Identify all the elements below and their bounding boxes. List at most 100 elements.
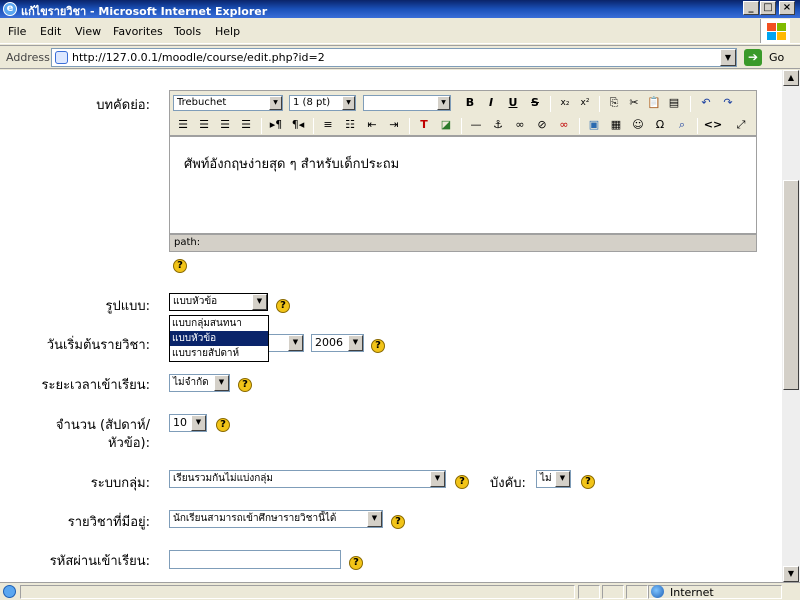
scroll-down-icon[interactable]: ▼ <box>783 566 799 582</box>
link-icon[interactable]: ∞ <box>510 116 530 134</box>
ordered-list-icon[interactable]: ≡ <box>318 116 338 134</box>
format-label: รูปแบบ: <box>105 299 151 314</box>
insert-table-icon[interactable]: ▦ <box>606 116 626 134</box>
globe-icon <box>651 585 664 598</box>
startdate-year-select[interactable]: 2006 ▼ <box>311 334 364 352</box>
address-input[interactable]: http://127.0.0.1/moodle/course/edit.php?… <box>51 48 737 67</box>
menu-bar: File Edit View Favorites Tools Help <box>0 18 800 44</box>
redo-icon[interactable]: ↷ <box>718 94 738 112</box>
outdent-icon[interactable]: ⇤ <box>362 116 382 134</box>
help-icon[interactable]: ? <box>391 515 405 529</box>
toolbar-separator <box>697 118 698 134</box>
align-right-icon[interactable]: ☰ <box>215 116 235 134</box>
zone-panel <box>648 585 782 599</box>
scroll-up-icon[interactable]: ▲ <box>783 70 799 86</box>
format-option-weeks[interactable]: แบบรายสัปดาห์ <box>170 346 268 361</box>
page-content: บทคัดย่อ: Trebuchet ▼ 1 (8 pt) ▼ ▼ B I U… <box>0 70 782 582</box>
format-select[interactable]: แบบหัวข้อ ▼ <box>169 293 268 311</box>
address-url: http://127.0.0.1/moodle/course/edit.php?… <box>72 51 325 64</box>
editor-toolbar: Trebuchet ▼ 1 (8 pt) ▼ ▼ B I U S x₂ x² ⎘… <box>169 90 757 136</box>
maximize-button[interactable]: □ <box>760 1 776 15</box>
superscript-icon[interactable]: x² <box>575 94 595 112</box>
toolbar-separator <box>579 118 580 134</box>
search-replace-icon[interactable]: ⌕ <box>672 116 692 134</box>
status-panel <box>578 585 600 599</box>
background-color-icon[interactable]: ◪ <box>436 116 456 134</box>
smiley-icon[interactable]: ☺ <box>628 116 648 134</box>
nolink-icon[interactable]: ∞ <box>554 116 574 134</box>
groupmodeforce-select[interactable]: ไม่ ▼ <box>536 470 571 488</box>
help-icon[interactable]: ? <box>581 475 595 489</box>
vertical-scrollbar[interactable]: ▲ ▼ <box>782 70 800 582</box>
startdate-year-value: 2006 <box>315 336 343 349</box>
menu-help[interactable]: Help <box>215 25 240 38</box>
paragraph-style-select[interactable]: ▼ <box>363 95 451 111</box>
anchor-icon[interactable]: ⚓ <box>488 116 508 134</box>
menu-view[interactable]: View <box>75 25 101 38</box>
cut-icon[interactable]: ✂ <box>624 94 644 112</box>
horizontal-rule-icon[interactable]: — <box>466 116 486 134</box>
insert-image-icon[interactable]: ▣ <box>584 116 604 134</box>
minimize-button[interactable]: _ <box>743 1 759 15</box>
toolbar-separator <box>690 96 691 112</box>
chevron-down-icon: ▼ <box>288 335 303 351</box>
groupmodeforce-label: บังคับ: <box>490 476 526 491</box>
paste-word-icon[interactable]: ▤ <box>664 94 684 112</box>
close-button[interactable]: × <box>779 1 795 15</box>
subscript-icon[interactable]: x₂ <box>555 94 575 112</box>
chevron-down-icon: ▼ <box>437 96 450 110</box>
menu-favorites[interactable]: Favorites <box>113 25 163 38</box>
groupmode-select[interactable]: เรียนรวมกันไม่แบ่งกลุ่ม ▼ <box>169 470 446 488</box>
summary-editor[interactable]: ศัพท์อังกฤษง่ายสุด ๆ สำหรับเด็กประถม <box>169 136 757 234</box>
go-button[interactable]: ➔ Go <box>744 49 794 67</box>
help-icon[interactable]: ? <box>238 378 252 392</box>
path-label: path: <box>174 237 201 248</box>
italic-icon[interactable]: I <box>481 94 501 112</box>
text-color-icon[interactable]: T <box>414 116 434 134</box>
font-size-select[interactable]: 1 (8 pt) ▼ <box>289 95 356 111</box>
numsections-label-line2: หัวข้อ): <box>107 436 150 451</box>
summary-label: บทคัดย่อ: <box>96 98 150 113</box>
align-center-icon[interactable]: ☰ <box>194 116 214 134</box>
bold-icon[interactable]: B <box>460 94 480 112</box>
html-source-icon[interactable]: <> <box>703 116 723 134</box>
groupmode-label: ระบบกลุ่ม: <box>90 476 150 491</box>
toolbar-separator <box>599 96 600 112</box>
numsections-select[interactable]: 10 ▼ <box>169 414 207 432</box>
ltr-icon[interactable]: ▸¶ <box>266 116 286 134</box>
address-dropdown-icon[interactable]: ▼ <box>720 49 736 66</box>
help-icon[interactable]: ? <box>349 556 363 570</box>
strikethrough-icon[interactable]: S <box>525 94 545 112</box>
paste-icon[interactable]: 📋 <box>644 94 664 112</box>
format-option-topics[interactable]: แบบหัวข้อ <box>170 331 268 346</box>
fullscreen-icon[interactable]: ⤢ <box>731 116 751 134</box>
password-input[interactable] <box>169 550 341 569</box>
visible-select[interactable]: นักเรียนสามารถเข้าศึกษารายวิชานี้ได้ ▼ <box>169 510 383 528</box>
enrolperiod-select[interactable]: ไม่จำกัด ▼ <box>169 374 230 392</box>
copy-icon[interactable]: ⎘ <box>604 94 624 112</box>
menu-file[interactable]: File <box>8 25 26 38</box>
scrollbar-thumb[interactable] <box>783 180 799 390</box>
align-justify-icon[interactable]: ☰ <box>236 116 256 134</box>
help-icon[interactable]: ? <box>276 299 290 313</box>
unordered-list-icon[interactable]: ☷ <box>340 116 360 134</box>
chevron-down-icon: ▼ <box>191 415 206 431</box>
menu-edit[interactable]: Edit <box>40 25 61 38</box>
toolbar-separator <box>313 118 314 134</box>
indent-icon[interactable]: ⇥ <box>384 116 404 134</box>
unlink-icon[interactable]: ⊘ <box>532 116 552 134</box>
font-family-select[interactable]: Trebuchet ▼ <box>173 95 283 111</box>
rtl-icon[interactable]: ¶◂ <box>288 116 308 134</box>
help-icon[interactable]: ? <box>455 475 469 489</box>
help-icon[interactable]: ? <box>173 259 187 273</box>
underline-icon[interactable]: U <box>503 94 523 112</box>
align-left-icon[interactable]: ☰ <box>173 116 193 134</box>
special-char-icon[interactable]: Ω <box>650 116 670 134</box>
help-icon[interactable]: ? <box>371 339 385 353</box>
format-option-social[interactable]: แบบกลุ่มสนทนา <box>170 316 268 331</box>
editor-path-bar: path: <box>169 234 757 252</box>
help-icon[interactable]: ? <box>216 418 230 432</box>
font-family-value: Trebuchet <box>177 97 227 108</box>
menu-tools[interactable]: Tools <box>174 25 201 38</box>
undo-icon[interactable]: ↶ <box>696 94 716 112</box>
